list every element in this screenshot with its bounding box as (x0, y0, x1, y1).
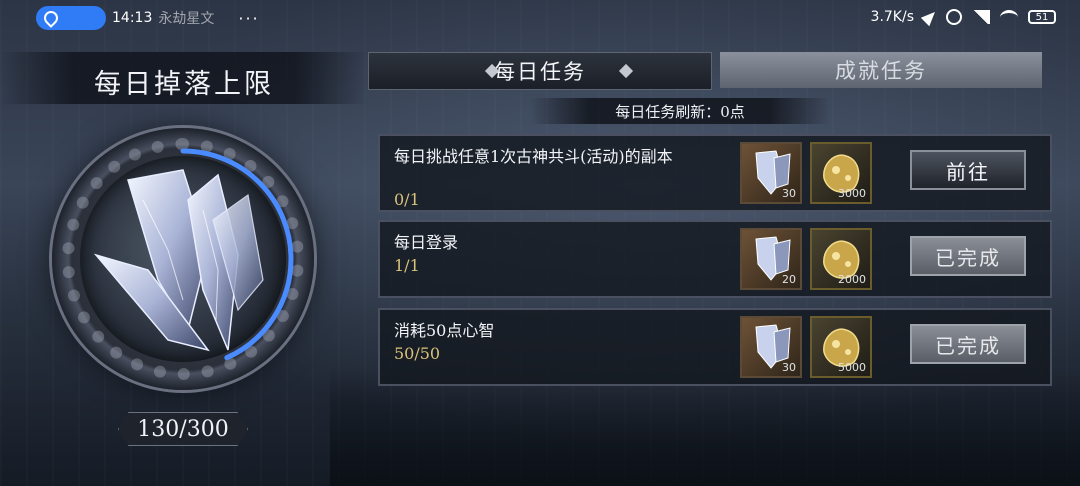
status-app-text: 永劫星文 (158, 11, 215, 27)
reward-gold[interactable]: 3000 (810, 142, 872, 204)
tab-achievement-tasks[interactable]: 成就任务 (720, 52, 1042, 88)
signal-icon (972, 10, 990, 24)
reward-crystal[interactable]: 30 (740, 142, 802, 204)
tab-daily-tasks[interactable]: 每日任务 (368, 52, 712, 90)
completed-button[interactable]: 已完成 (910, 324, 1026, 364)
task-progress: 1/1 (394, 256, 420, 275)
status-bar: 14:13 永劫星文 ··· 3.7K/s 51 (0, 0, 1080, 38)
tab-daily-tasks-label: 每日任务 (494, 60, 586, 84)
alarm-icon (946, 9, 962, 25)
reward-count: 30 (782, 187, 796, 200)
daily-drop-limit-title: 每日掉落上限 (94, 69, 274, 100)
wifi-icon (1000, 9, 1018, 25)
refresh-time-banner: 每日任务刷新：0点 (530, 98, 830, 124)
reward-gold[interactable]: 5000 (810, 316, 872, 378)
drop-limit-counter: 130/300 (118, 412, 248, 446)
navigation-icon (920, 7, 940, 27)
refresh-time-text: 每日任务刷新：0点 (615, 102, 745, 121)
reward-count: 3000 (838, 187, 866, 200)
reward-count: 5000 (838, 361, 866, 374)
net-speed: 3.7K/s (870, 9, 914, 25)
tab-diamond-icon (618, 63, 634, 79)
battery-icon: 51 (1028, 10, 1056, 24)
task-progress: 0/1 (394, 190, 420, 209)
reward-crystal[interactable]: 30 (740, 316, 802, 378)
tab-achievement-tasks-label: 成就任务 (835, 59, 927, 83)
task-progress: 50/50 (394, 344, 441, 363)
task-title: 消耗50点心智 (394, 321, 495, 340)
completed-button[interactable]: 已完成 (910, 236, 1026, 276)
reward-count: 20 (782, 273, 796, 286)
reward-count: 2000 (838, 273, 866, 286)
reward-gold[interactable]: 2000 (810, 228, 872, 290)
reward-crystal[interactable]: 20 (740, 228, 802, 290)
location-pill[interactable] (36, 6, 106, 30)
task-row: 每日挑战任意1次古神共斗(活动)的副本 0/1 30 3000 前往 (378, 134, 1052, 212)
reward-count: 30 (782, 361, 796, 374)
go-button[interactable]: 前往 (910, 150, 1026, 190)
task-tabs: 每日任务 成就任务 (360, 52, 1060, 90)
task-row: 消耗50点心智 50/50 30 5000 已完成 (378, 308, 1052, 386)
more-dots-icon[interactable]: ··· (238, 9, 259, 28)
crystal-shard-icon (93, 169, 264, 352)
task-row: 每日登录 1/1 20 2000 已完成 (378, 220, 1052, 298)
battery-level: 51 (1035, 11, 1049, 23)
status-time: 14:13 (112, 10, 153, 26)
task-title: 每日登录 (394, 233, 459, 252)
task-title: 每日挑战任意1次古神共斗(活动)的副本 (394, 147, 673, 166)
location-pin-icon (41, 8, 61, 28)
